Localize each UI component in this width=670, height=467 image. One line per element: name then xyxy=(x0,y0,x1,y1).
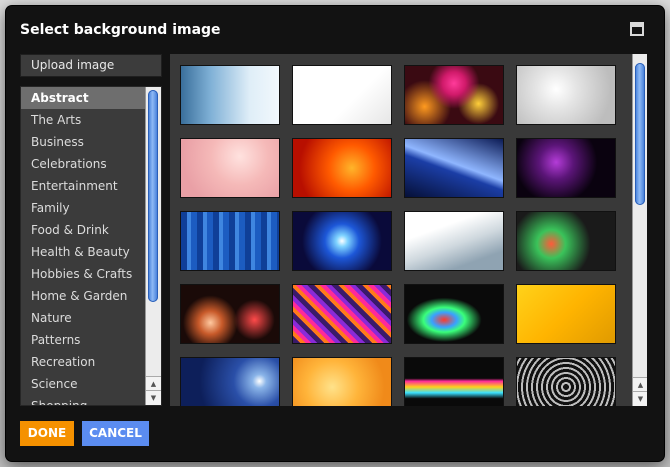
background-thumbnail-pastel-bokeh[interactable] xyxy=(180,138,280,198)
image-grid-scrollbar-thumb[interactable] xyxy=(635,63,645,205)
scroll-down-arrow-icon[interactable]: ▼ xyxy=(146,390,161,405)
dialog-title: Select background image xyxy=(20,22,221,38)
background-thumbnail-blue-burst[interactable] xyxy=(292,211,392,271)
background-thumbnail-white[interactable] xyxy=(292,65,392,125)
category-scrollbar[interactable]: ▲ ▼ xyxy=(145,87,161,405)
category-item[interactable]: Entertainment xyxy=(21,175,145,197)
category-item[interactable]: The Arts xyxy=(21,109,145,131)
category-item[interactable]: Recreation xyxy=(21,351,145,373)
image-grid-panel: ▲ ▼ xyxy=(170,54,647,406)
background-thumbnail-retro-stripes[interactable] xyxy=(292,284,392,344)
background-thumbnail-grunge-pattern[interactable] xyxy=(516,357,616,406)
background-thumbnail-blue-waves[interactable] xyxy=(180,357,280,406)
category-item[interactable]: Health & Beauty xyxy=(21,241,145,263)
background-thumbnail-pink-bokeh[interactable] xyxy=(404,65,504,125)
category-scrollbar-thumb[interactable] xyxy=(148,90,158,302)
category-item[interactable]: Home & Garden xyxy=(21,285,145,307)
background-thumbnail-blue-stripes[interactable] xyxy=(180,211,280,271)
scroll-up-arrow-icon[interactable]: ▲ xyxy=(633,377,647,392)
background-thumbnail-purple-lightning[interactable] xyxy=(516,138,616,198)
background-thumbnail-blue-streaks[interactable] xyxy=(404,138,504,198)
category-items: Abstract The Arts Business Celebrations Ente… xyxy=(21,87,161,405)
category-item[interactable]: Science xyxy=(21,373,145,395)
category-item[interactable]: Nature xyxy=(21,307,145,329)
category-item[interactable]: Patterns xyxy=(21,329,145,351)
scroll-up-arrow-icon[interactable]: ▲ xyxy=(146,376,161,391)
category-list: Abstract The Arts Business Celebrations Ente… xyxy=(20,86,162,406)
background-thumbnail-city-bokeh[interactable] xyxy=(180,284,280,344)
category-item[interactable]: Celebrations xyxy=(21,153,145,175)
done-button[interactable]: DONE xyxy=(20,421,74,446)
upload-image-button[interactable]: Upload image xyxy=(20,54,162,77)
background-thumbnail-silver-swirl[interactable] xyxy=(404,211,504,271)
background-thumbnail-blue-silhouette[interactable] xyxy=(180,65,280,125)
category-item[interactable]: Family xyxy=(21,197,145,219)
image-grid-scrollbar[interactable]: ▲ ▼ xyxy=(632,54,647,406)
background-thumbnail-light-trails[interactable] xyxy=(404,284,504,344)
scroll-down-arrow-icon[interactable]: ▼ xyxy=(633,391,647,406)
background-thumbnail-orange-glitter[interactable] xyxy=(292,138,392,198)
background-thumbnail-orange-swirls[interactable] xyxy=(292,357,392,406)
category-item[interactable]: Business xyxy=(21,131,145,153)
background-thumbnail-neon-splash[interactable] xyxy=(404,357,504,406)
category-item[interactable]: Shopping xyxy=(21,395,145,405)
category-item[interactable]: Abstract xyxy=(21,87,145,109)
category-item[interactable]: Hobbies & Crafts xyxy=(21,263,145,285)
maximize-icon[interactable] xyxy=(630,22,644,36)
background-thumbnail-dark-bokeh[interactable] xyxy=(516,211,616,271)
background-thumbnail-silver-bokeh[interactable] xyxy=(516,65,616,125)
background-thumbnail-yellow-scratches[interactable] xyxy=(516,284,616,344)
cancel-button[interactable]: CANCEL xyxy=(82,421,149,446)
background-image-dialog: Select background image Upload image Abs… xyxy=(6,6,664,461)
category-item[interactable]: Food & Drink xyxy=(21,219,145,241)
